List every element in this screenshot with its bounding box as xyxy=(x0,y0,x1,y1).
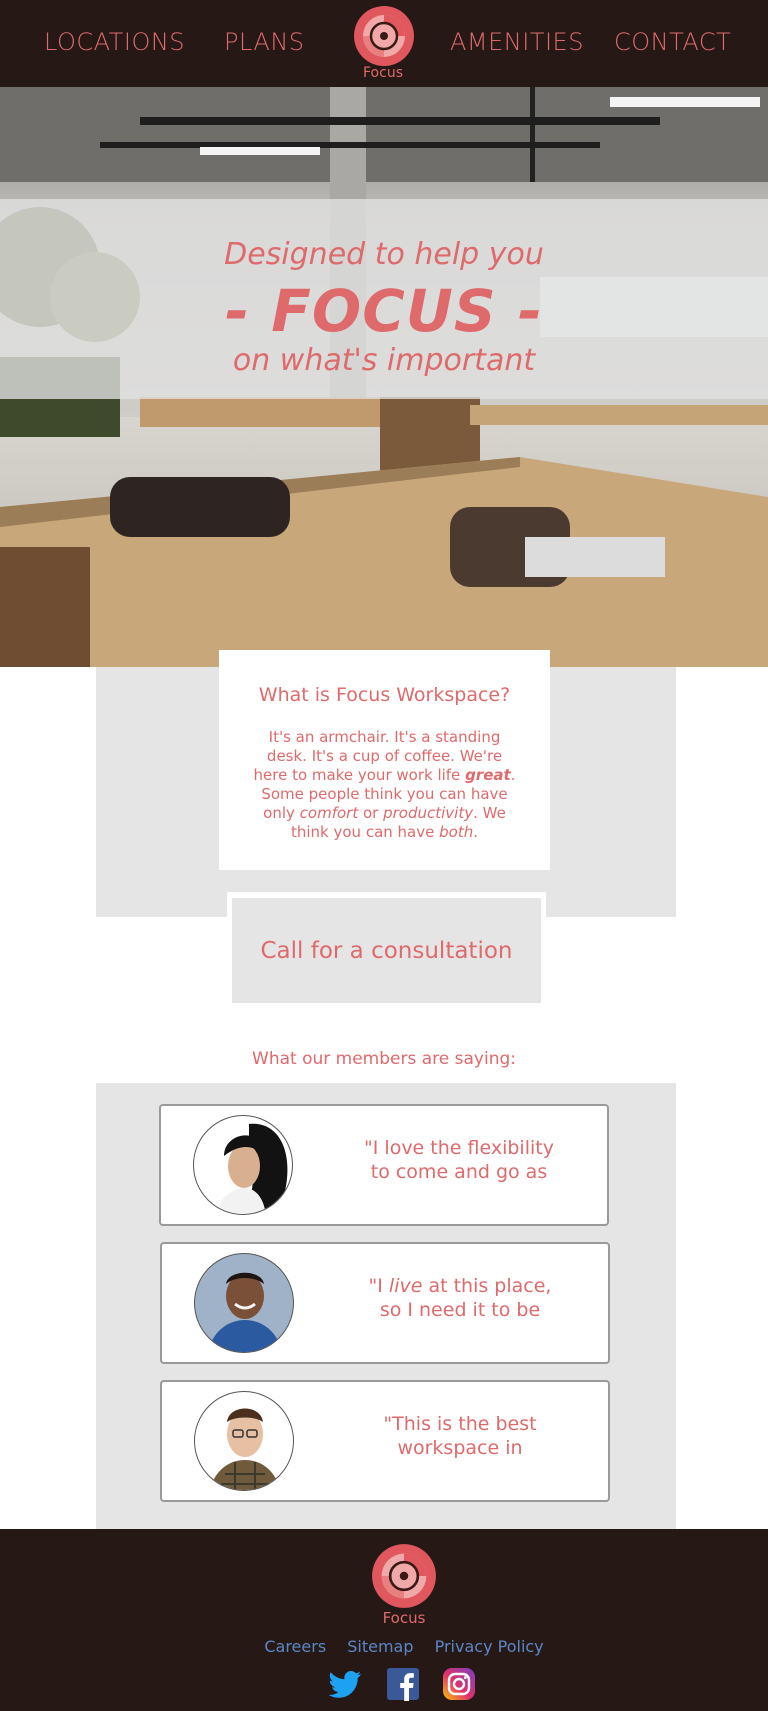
nav-contact[interactable]: CONTACT xyxy=(614,28,731,56)
testimonial-quote: "I live at this place, so I need it to b… xyxy=(368,1275,552,1321)
footer-logo-text: Focus xyxy=(382,1609,426,1627)
avatar xyxy=(194,1391,294,1491)
footer-logo-icon[interactable] xyxy=(371,1543,437,1609)
footer-link-privacy[interactable]: Privacy Policy xyxy=(435,1637,544,1656)
hero-section: Designed to help you - FOCUS - on what's… xyxy=(0,87,768,667)
about-card: What is Focus Workspace? It's an armchai… xyxy=(219,650,550,870)
nav-plans[interactable]: PLANS xyxy=(224,28,305,56)
footer-link-sitemap[interactable]: Sitemap xyxy=(347,1637,413,1656)
footer-link-careers[interactable]: Careers xyxy=(264,1637,326,1656)
facebook-icon[interactable] xyxy=(386,1667,420,1701)
site-footer: Focus Careers Sitemap Privacy Policy xyxy=(0,1529,768,1711)
testimonial-card: "I live at this place, so I need it to b… xyxy=(160,1242,610,1364)
nav-locations[interactable]: LOCATIONS xyxy=(44,28,185,56)
avatar xyxy=(194,1253,294,1353)
nav-amenities[interactable]: AMENITIES xyxy=(450,28,584,56)
testimonials-heading: What our members are saying: xyxy=(252,1049,516,1069)
logo-text: Focus xyxy=(363,65,403,81)
about-title: What is Focus Workspace? xyxy=(258,684,511,706)
footer-links: Careers Sitemap Privacy Policy xyxy=(0,1637,768,1656)
twitter-icon[interactable] xyxy=(329,1667,363,1701)
testimonial-quote: "I love the flexibility to come and go a… xyxy=(364,1137,554,1183)
consultation-button[interactable]: Call for a consultation xyxy=(232,898,541,1003)
hero-headline: - FOCUS - xyxy=(225,277,543,345)
site-header: LOCATIONS PLANS Focus AMENITIES CONTACT xyxy=(0,0,768,87)
testimonial-quote: "This is the best workspace in xyxy=(383,1413,537,1459)
testimonial-card: "I love the flexibility to come and go a… xyxy=(159,1104,609,1226)
hero-tagline-top: Designed to help you xyxy=(224,237,544,272)
avatar xyxy=(193,1115,293,1215)
hero-tagline-bottom: on what's important xyxy=(232,343,536,378)
focus-logo-icon[interactable] xyxy=(353,5,415,67)
testimonial-card: "This is the best workspace in xyxy=(160,1380,610,1502)
about-text: It's an armchair. It's a standing desk. … xyxy=(253,728,516,841)
instagram-icon[interactable] xyxy=(442,1667,476,1701)
